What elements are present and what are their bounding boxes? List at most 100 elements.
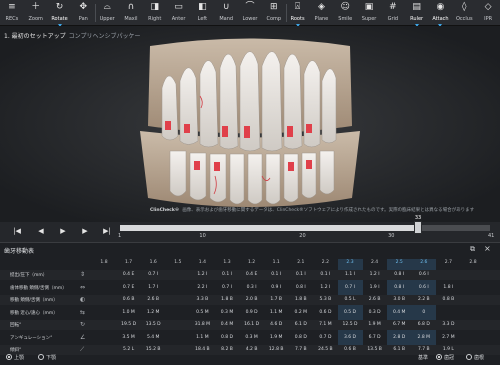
toolbar-mand-button[interactable]: ∪ Mand	[214, 1, 238, 26]
stage-slider-handle[interactable]	[413, 221, 422, 234]
radio-dot	[436, 354, 442, 360]
toolbar-label: IPR	[484, 16, 493, 22]
toolbar-label: Pan	[78, 16, 88, 22]
toolbar-grid-button[interactable]: # Grid	[381, 1, 405, 26]
toolbar-label: Occlus	[455, 16, 473, 22]
smile-icon: ☺	[340, 2, 350, 12]
movement-type-icon: ⇕	[80, 271, 86, 278]
toolbar-plane-button[interactable]: ◈ Plane	[310, 1, 334, 26]
radio-dot	[466, 354, 472, 360]
toolbar-smile-button[interactable]: ☺ Smile	[333, 1, 357, 26]
toolbar-super-button[interactable]: ▣ Super	[357, 1, 381, 26]
tooth-movement-panel: 歯牙移動表 ⧉ × 1.8 1.7 1.6 1.5 1.4 1.3 1.2 1.1 2.1 2.2…	[0, 242, 500, 365]
recs-icon: ≡	[8, 2, 16, 12]
toolbar-roots-button[interactable]: ⍓ Roots	[286, 1, 310, 27]
table-cell: 0	[422, 309, 426, 315]
panel-footer: 上顎 下顎 基準 歯冠 歯根	[0, 350, 500, 365]
toolbar-label: Comp	[266, 16, 282, 22]
table-row: 歯体移動 頬側/舌側（mm） ⇔ 0.7 E 1.7 I 2.2 I 0.7 I 0.3 I…	[0, 283, 500, 293]
stage-tick-label: 30	[388, 233, 395, 239]
pan-icon: ✥	[79, 2, 88, 12]
mand-icon: ∪	[222, 2, 230, 12]
table-cell: 0.6 I	[418, 272, 429, 277]
current-stage: 33	[412, 215, 424, 221]
toolbar-lower-button[interactable]: ⌒ Lower	[238, 1, 262, 26]
play-icon[interactable]: ▶	[56, 224, 70, 238]
table-cell: 5.4 M	[146, 334, 160, 340]
lower-jaw-radio[interactable]: 下顎	[38, 354, 56, 361]
toolbar-anter-button[interactable]: ▭ Anter	[167, 1, 191, 26]
table-cell: 1.7 I	[148, 284, 159, 290]
toolbar-label: Attach	[432, 16, 449, 22]
toolbar-ipr-button[interactable]: ◇ IPR	[476, 1, 500, 26]
table-cell: 0.8 B	[442, 297, 455, 302]
toolbar-comp-button[interactable]: ⊞ Comp	[262, 1, 286, 26]
row-label: 移動 頬側/舌側（mm）	[10, 298, 58, 303]
disclaimer-text: 画像、表示および歯牙移動に関するデータは、ClinCheck®ソフトウェアにより…	[182, 208, 475, 213]
stage-tick-label: 20	[299, 233, 306, 239]
toolbar-attach-button[interactable]: ◉ Attach	[429, 1, 453, 27]
table-cell: 3.3 D	[442, 322, 455, 327]
close-icon[interactable]: ×	[484, 244, 491, 253]
occlus-icon: ◊	[462, 2, 467, 12]
toolbar-pan-button[interactable]: ✥ Pan	[71, 1, 95, 26]
toolbar-right-button[interactable]: ◨ Right	[143, 1, 167, 26]
table-row: 移動 近心/遠心（mm） ⇆ 1.0 M 1.2 M 0.5 M 0.3 M 0.9 D 1.…	[0, 308, 500, 318]
step-back-icon[interactable]: ◀	[34, 224, 48, 238]
lower-icon: ⌒	[245, 2, 255, 12]
crown-radio[interactable]: 歯冠	[436, 354, 454, 361]
anter-icon: ▭	[174, 2, 183, 12]
zoom-icon: ＋	[31, 2, 41, 12]
toolbar-maxil-button[interactable]: ∩ Maxil	[119, 1, 143, 26]
toolbar-label: Mand	[219, 16, 234, 22]
scenario-title: 1. 最初のセットアップ コンプリヘンシブパッケー	[4, 31, 140, 40]
rotate-icon: ↻	[55, 2, 64, 12]
table-row: 回転° ↻ 19.5 D 13.5 D 31.8 M 0.4 M 16.1 D 4.6 D 6.…	[0, 320, 500, 330]
toolbar-zoom-button[interactable]: ＋ Zoom	[24, 1, 48, 26]
toolbar-occlus-button[interactable]: ◊ Occlus	[452, 1, 476, 26]
toolbar-label: Ruler	[410, 16, 424, 22]
stage-tick-label: 1	[118, 233, 122, 239]
toolbar-ruler-button[interactable]: ▤ Ruler	[405, 1, 429, 27]
movement-type-icon: ⇆	[80, 308, 86, 316]
toolbar-label: Plane	[314, 16, 329, 22]
radio-dot	[6, 354, 12, 360]
toolbar-label: Upper	[99, 16, 115, 22]
stage-tick-label: 10	[199, 233, 206, 239]
toolbar-rotate-button[interactable]: ↻ Rotate	[48, 1, 72, 27]
toolbar-label: Lower	[242, 16, 258, 22]
skip-start-icon[interactable]: |◀	[10, 224, 24, 238]
table-row: 挺出/圧下（mm） ⇕ 0.4 E 0.7 I 1.2 I 0.1 I 0.4 E 0.1 I…	[0, 270, 500, 280]
maxil-icon: ∩	[127, 2, 135, 12]
movement-type-icon: ∠	[80, 333, 86, 341]
stage-tick-label: 41	[488, 233, 495, 239]
root-radio[interactable]: 歯根	[466, 354, 484, 361]
stage-slider-progress	[120, 225, 418, 231]
3d-viewport[interactable]: 1. 最初のセットアップ コンプリヘンシブパッケー ClinCheck® 画像、表示…	[0, 26, 500, 222]
table-header-row: 1.8 1.7 1.6 1.5 1.4 1.3 1.2 1.1 2.1 2.2 2.3 2.4 2.5 2…	[0, 259, 500, 269]
ruler-icon: ▤	[412, 2, 421, 12]
scenario-subtitle: コンプリヘンシブパッケー	[68, 33, 141, 40]
attach-icon: ◉	[436, 2, 445, 12]
copy-icon[interactable]: ⧉	[470, 245, 475, 254]
crown-label: 歯冠	[444, 355, 455, 361]
step-forward-icon[interactable]: ▶	[78, 224, 92, 238]
toolbar-label: Rotate	[51, 16, 68, 22]
row-label: 回転°	[10, 323, 22, 328]
tooth-number-header[interactable]: 2.8	[459, 260, 487, 265]
stage-slider[interactable]: 33	[120, 215, 490, 234]
row-label: 挺出/圧下（mm）	[10, 273, 48, 278]
right-icon: ◨	[150, 2, 159, 12]
skip-end-icon[interactable]: ▶|	[100, 224, 114, 238]
upper-icon: ⌓	[103, 2, 111, 12]
toolbar-upper-button[interactable]: ⌓ Upper	[95, 1, 119, 26]
toolbar-left-button[interactable]: ◧ Left	[190, 1, 214, 26]
table-row: 移動 頬側/舌側（mm） ◐ 0.6 B 2.6 B 3.3 B 1.8 B 2.0 B 1.…	[0, 295, 500, 305]
toolbar-recs-button[interactable]: ≡ RECs	[0, 1, 24, 26]
upper-jaw-label: 上顎	[14, 355, 25, 361]
movement-type-icon: ◐	[80, 296, 86, 303]
upper-jaw-radio[interactable]: 上顎	[6, 354, 24, 361]
toolbar-label: Roots	[290, 16, 305, 22]
row-label: 歯体移動 頬側/舌側（mm）	[10, 285, 67, 291]
row-label: 移動 近心/遠心（mm）	[10, 310, 58, 316]
